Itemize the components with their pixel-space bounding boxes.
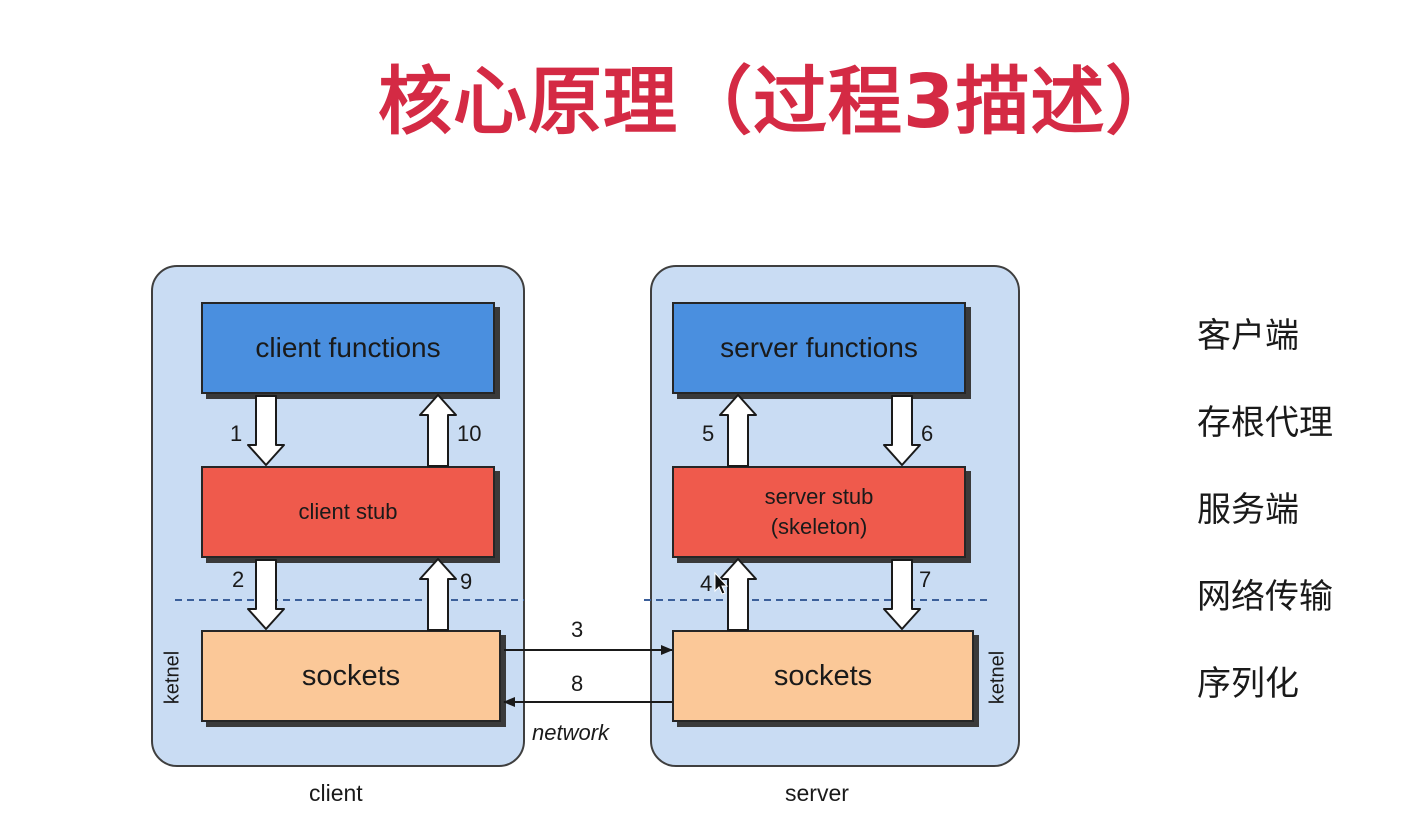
step-5-label: 5 [702,421,715,446]
step-1-label: 1 [230,421,243,446]
arrow-4-up [719,558,757,631]
legend-item-client: 客户端 [1197,316,1299,356]
client-kernel-label: ketnel [161,650,184,705]
step-10-label: 10 [457,421,482,446]
client-caption: client [309,780,363,806]
step-2-label: 2 [232,567,245,592]
server-caption: server [785,780,849,806]
arrow-10-up [419,394,457,467]
step-9-label: 9 [460,569,473,594]
step-3-label: 3 [571,617,584,642]
arrow-5-up [719,394,757,467]
step-6-label: 6 [921,421,934,446]
legend-item-server: 服务端 [1197,490,1299,530]
legend-item-stub-proxy: 存根代理 [1197,403,1333,443]
network-label: network [532,720,610,745]
arrow-7-down [883,559,921,630]
arrow-1-down [247,395,285,466]
server-kernel-label: ketnel [986,650,1009,705]
step-8-label: 8 [571,671,584,696]
arrow-2-down [247,559,285,630]
legend-item-serialization: 序列化 [1197,664,1299,704]
step-7-label: 7 [919,567,932,592]
arrow-6-down [883,395,921,466]
arrow-9-up [419,558,457,631]
legend-item-network-transport: 网络传输 [1197,577,1333,617]
step-4-label: 4 [700,571,713,596]
